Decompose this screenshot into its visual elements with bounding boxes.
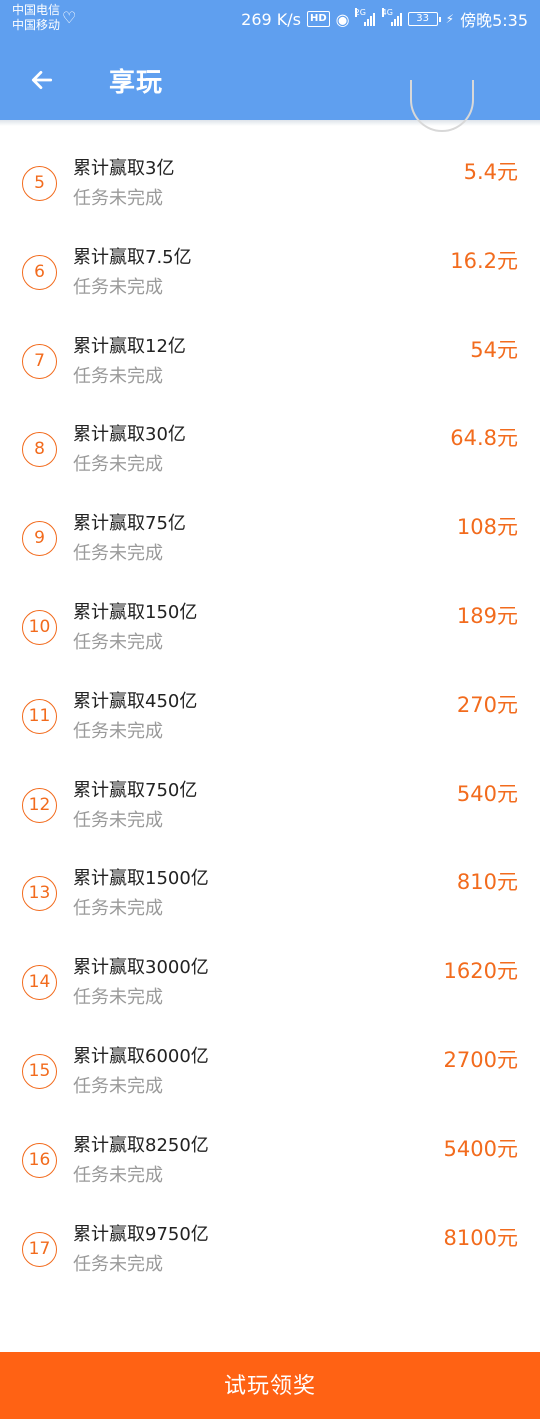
task-title: 累计赢取6000亿 (73, 1045, 209, 1067)
net-speed: 269 K/s (241, 9, 301, 29)
task-status: 任务未完成 (73, 276, 163, 298)
task-title: 累计赢取1500亿 (73, 868, 209, 890)
list-item[interactable]: 12 累计赢取750亿 任务未完成 540元 (0, 772, 540, 861)
task-status: 任务未完成 (73, 454, 163, 476)
list-item[interactable]: 7 累计赢取12亿 任务未完成 54元 (0, 328, 540, 417)
list-item[interactable]: 17 累计赢取9750亿 任务未完成 8100元 (0, 1216, 540, 1305)
task-status: 任务未完成 (73, 365, 163, 387)
task-number-badge: 11 (22, 698, 57, 734)
task-number-badge: 8 (22, 432, 57, 468)
task-reward: 5.4元 (463, 160, 518, 184)
task-status: 任务未完成 (73, 1075, 163, 1097)
task-number-badge: 7 (22, 343, 57, 379)
claim-reward-button[interactable]: 试玩领奖 (0, 1352, 540, 1419)
page-title: 享玩 (109, 68, 164, 98)
task-number-badge: 6 (22, 254, 57, 290)
task-number-badge: 5 (22, 166, 57, 201)
task-status: 任务未完成 (73, 809, 163, 831)
task-title: 累计赢取8250亿 (73, 1134, 209, 1156)
task-title: 累计赢取3亿 (73, 158, 175, 179)
task-reward: 16.2元 (450, 248, 518, 273)
signal-2-tag: 4G (381, 8, 393, 17)
task-number-badge: 14 (22, 965, 57, 1001)
task-number-badge: 15 (22, 1053, 57, 1089)
task-reward: 8100元 (443, 1225, 518, 1250)
hd-badge: HD (306, 11, 330, 27)
task-title: 累计赢取30亿 (73, 424, 186, 446)
list-item[interactable]: 14 累计赢取3000亿 任务未完成 1620元 (0, 949, 540, 1038)
charging-icon: ⚡ (445, 12, 455, 26)
carrier-info: 中国电信 中国移动 (12, 3, 60, 33)
task-reward: 189元 (456, 603, 518, 628)
list-item[interactable]: 6 累计赢取7.5亿 任务未完成 16.2元 (0, 239, 540, 328)
task-number-badge: 12 (22, 787, 57, 823)
task-title: 累计赢取3000亿 (73, 957, 209, 979)
task-list: 5 累计赢取3亿 任务未完成 5.4元 6 累计赢取7.5亿 任务未完成 16.2元 7 累计赢取… (0, 150, 540, 1304)
list-item[interactable]: 8 累计赢取30亿 任务未完成 64.8元 (0, 416, 540, 505)
task-status: 任务未完成 (73, 631, 163, 653)
task-title: 累计赢取450亿 (73, 690, 198, 712)
task-title: 累计赢取750亿 (73, 779, 198, 801)
list-item[interactable]: 15 累计赢取6000亿 任务未完成 2700元 (0, 1038, 540, 1127)
task-reward: 810元 (456, 870, 518, 895)
task-title: 累计赢取12亿 (73, 335, 186, 357)
task-status: 任务未完成 (73, 1164, 163, 1186)
task-title: 累计赢取75亿 (73, 513, 186, 535)
list-item[interactable]: 10 累计赢取150亿 任务未完成 189元 (0, 594, 540, 683)
status-bar: 中国电信 中国移动 ♡ 269 K/s HD ◉ 2G 4G 33 ⚡ 傍晚5:… (0, 0, 540, 40)
task-status: 任务未完成 (73, 898, 163, 920)
app-root: 中国电信 中国移动 ♡ 269 K/s HD ◉ 2G 4G 33 ⚡ 傍晚5:… (0, 0, 540, 1419)
signal-icon: 4G (381, 8, 402, 26)
list-item[interactable]: 5 累计赢取3亿 任务未完成 5.4元 (0, 150, 540, 239)
task-status: 任务未完成 (73, 987, 163, 1009)
list-item[interactable]: 11 累计赢取450亿 任务未完成 270元 (0, 683, 540, 772)
task-status: 任务未完成 (73, 188, 163, 209)
task-title: 累计赢取7.5亿 (73, 246, 192, 268)
task-number-badge: 9 (22, 521, 57, 557)
signal-icon: 2G (354, 8, 375, 26)
task-number-badge: 17 (22, 1231, 57, 1267)
task-status: 任务未完成 (73, 543, 163, 565)
task-title: 累计赢取150亿 (73, 601, 198, 623)
task-status: 任务未完成 (73, 720, 163, 742)
task-reward: 2700元 (443, 1047, 518, 1072)
list-item[interactable]: 9 累计赢取75亿 任务未完成 108元 (0, 505, 540, 594)
back-arrow-icon (31, 71, 53, 89)
task-reward: 270元 (456, 692, 518, 717)
signal-1-tag: 2G (354, 8, 366, 17)
heart-icon: ♡ (62, 8, 77, 27)
task-reward: 1620元 (443, 959, 518, 984)
back-button[interactable] (20, 58, 64, 102)
task-title: 累计赢取9750亿 (73, 1223, 209, 1245)
carrier-2: 中国移动 (12, 18, 61, 32)
task-reward: 540元 (456, 781, 518, 806)
task-reward: 5400元 (443, 1136, 518, 1161)
task-number-badge: 16 (22, 1142, 57, 1178)
battery-icon: 33 (407, 12, 441, 26)
task-status: 任务未完成 (73, 1253, 163, 1275)
clock: 傍晚5:35 (460, 11, 528, 30)
list-item[interactable]: 16 累计赢取8250亿 任务未完成 5400元 (0, 1127, 540, 1216)
task-number-badge: 13 (22, 876, 57, 912)
carrier-1: 中国电信 (12, 3, 61, 17)
eye-icon: ◉ (335, 9, 350, 29)
list-item[interactable]: 13 累计赢取1500亿 任务未完成 810元 (0, 860, 540, 949)
task-reward: 54元 (470, 337, 518, 362)
status-right: 269 K/s HD ◉ 2G 4G 33 ⚡ 傍晚5:35 (241, 8, 528, 30)
task-reward: 64.8元 (450, 426, 518, 451)
task-reward: 108元 (456, 515, 518, 540)
task-number-badge: 10 (22, 609, 57, 645)
